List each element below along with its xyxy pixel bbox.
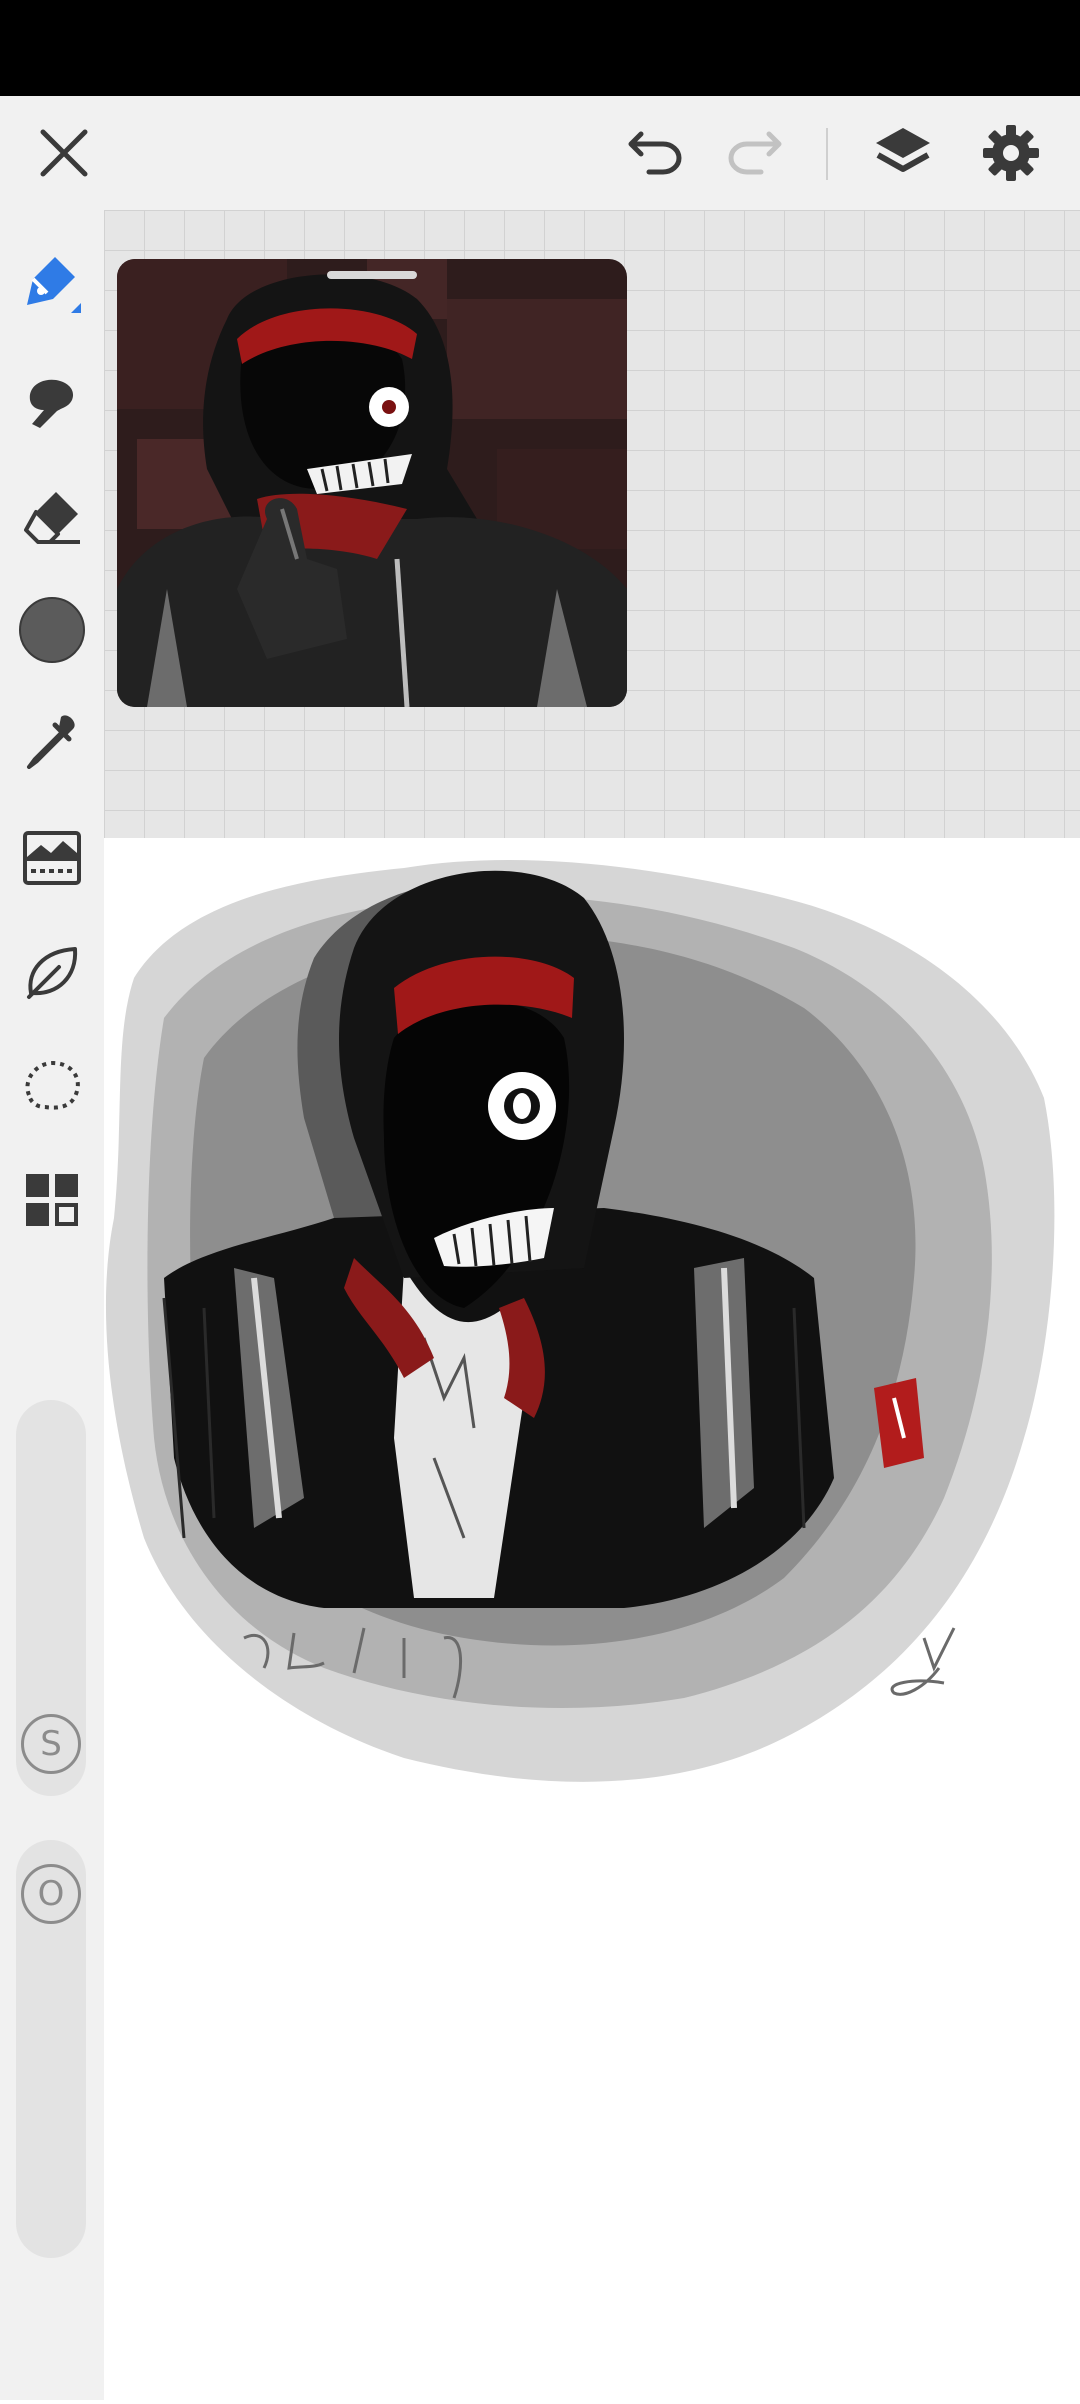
leaf-tool-button[interactable] xyxy=(0,922,104,1022)
more-tools-button[interactable] xyxy=(0,1150,104,1250)
image-icon xyxy=(23,831,81,885)
reference-drag-handle[interactable] xyxy=(327,271,417,279)
size-slider-handle[interactable]: S xyxy=(19,1712,83,1776)
leaf-icon xyxy=(27,947,78,999)
image-tool-button[interactable] xyxy=(0,808,104,908)
layers-button[interactable] xyxy=(864,96,942,210)
smudge-icon xyxy=(29,379,74,428)
close-icon xyxy=(40,129,88,177)
undo-button[interactable] xyxy=(620,96,694,210)
size-slider-label: S xyxy=(21,1714,81,1774)
toolbar-divider xyxy=(826,128,828,180)
eyedropper-tool-button[interactable] xyxy=(0,692,104,792)
pen-tool-button[interactable] xyxy=(0,234,104,334)
settings-button[interactable] xyxy=(972,96,1050,210)
layers-icon xyxy=(876,128,930,172)
lasso-tool-button[interactable] xyxy=(0,1036,104,1136)
pen-icon xyxy=(27,257,81,313)
gear-icon xyxy=(983,125,1039,181)
redo-button[interactable] xyxy=(716,96,790,210)
color-picker-button[interactable] xyxy=(0,580,104,680)
lasso-icon xyxy=(25,1060,80,1110)
eyedropper-icon xyxy=(27,715,75,769)
eraser-icon xyxy=(24,492,80,544)
top-toolbar xyxy=(0,96,1080,210)
canvas-artwork xyxy=(105,859,1055,1782)
close-button[interactable] xyxy=(22,96,106,210)
status-bar xyxy=(0,0,1080,96)
eraser-tool-button[interactable] xyxy=(0,466,104,566)
smudge-tool-button[interactable] xyxy=(0,352,104,452)
reference-image[interactable] xyxy=(117,259,627,707)
undo-icon xyxy=(628,131,682,175)
reference-artwork xyxy=(117,259,627,707)
grid-icon xyxy=(26,1174,78,1226)
redo-icon xyxy=(728,131,782,175)
drawing-canvas[interactable] xyxy=(104,838,1080,2400)
opacity-slider-handle[interactable]: O xyxy=(19,1862,83,1926)
color-swatch xyxy=(19,597,85,663)
opacity-slider-label: O xyxy=(21,1864,81,1924)
